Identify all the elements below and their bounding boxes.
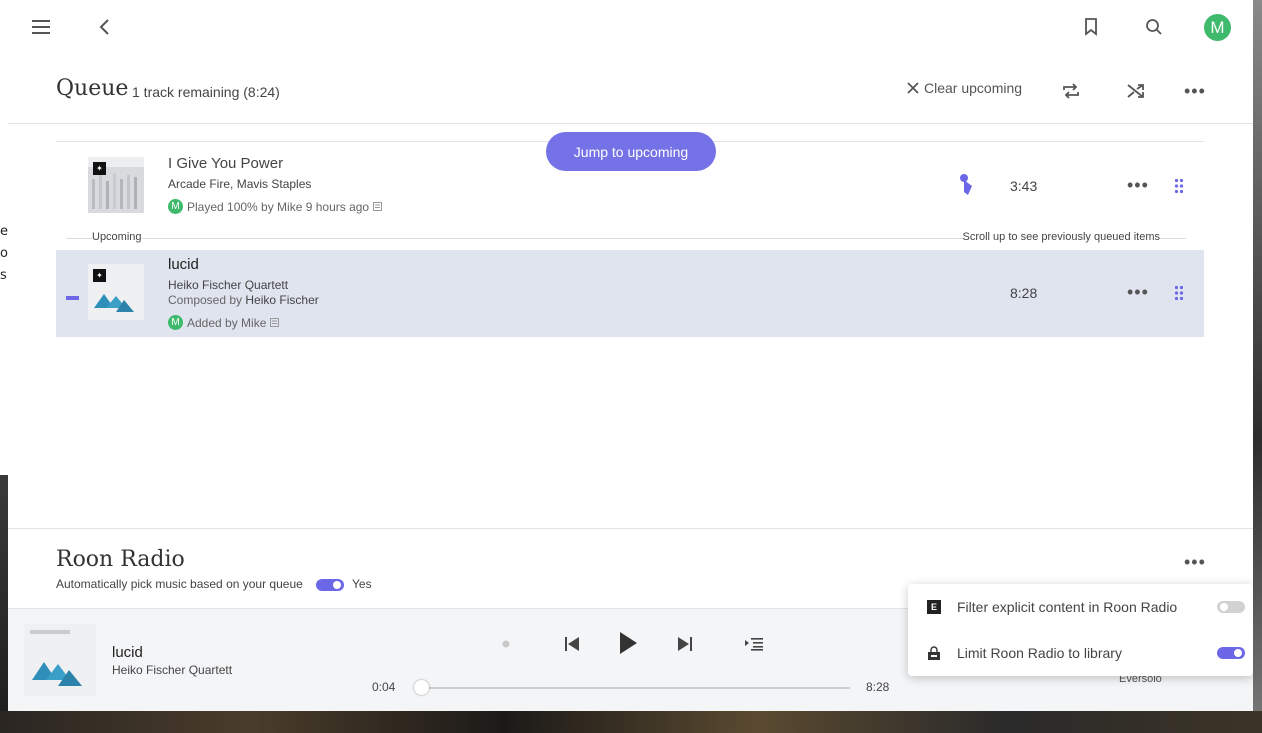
shuffle-icon[interactable]	[1125, 80, 1147, 102]
top-bar: M	[8, 0, 1253, 56]
track-history-text: Added by Mike	[187, 315, 267, 330]
track-duration: 3:43	[1010, 178, 1038, 194]
desktop-background-image	[0, 475, 8, 733]
elapsed-time: 0:04	[372, 680, 396, 694]
toggle-knob	[1234, 649, 1242, 657]
queue-header: Queue 1 track remaining (8:24) Clear upc…	[8, 56, 1253, 124]
popup-item-label: Limit Roon Radio to library	[957, 645, 1122, 661]
roon-radio-toggle[interactable]	[316, 579, 344, 591]
background-text-fragment: s	[0, 268, 7, 283]
clear-upcoming-label: Clear upcoming	[924, 80, 1023, 96]
now-playing-indicator	[66, 296, 79, 300]
roon-radio-options-popup: E Filter explicit content in Roon Radio …	[908, 584, 1253, 676]
play-icon[interactable]	[616, 629, 640, 657]
toggle-knob	[333, 581, 341, 589]
artist-link[interactable]: Mavis Staples	[237, 177, 312, 191]
radio-source-icon	[958, 174, 976, 196]
menu-icon[interactable]	[30, 16, 52, 38]
close-icon	[907, 82, 919, 94]
track-title[interactable]: I Give You Power	[168, 155, 283, 172]
drag-handle-icon[interactable]	[1174, 178, 1184, 199]
track-history: M Played 100% by Mike 9 hours ago	[168, 199, 383, 214]
limit-library-toggle[interactable]	[1217, 647, 1245, 659]
track-artist[interactable]: Heiko Fischer Quartett	[168, 278, 288, 292]
composer-link[interactable]: Heiko Fischer	[245, 293, 318, 307]
user-avatar[interactable]: M	[1204, 14, 1231, 41]
artist-link[interactable]: Arcade Fire	[168, 177, 230, 191]
composed-by-label: Composed by	[168, 293, 243, 307]
artist-separator: ,	[230, 177, 237, 191]
track-more-icon[interactable]: •••	[1127, 176, 1149, 194]
track-more-icon[interactable]: •••	[1127, 283, 1149, 301]
explicit-icon: E	[927, 600, 941, 614]
total-time: 8:28	[866, 680, 890, 694]
clear-upcoming-button[interactable]: Clear upcoming	[906, 80, 1022, 96]
back-icon[interactable]	[94, 16, 114, 38]
seek-bar[interactable]	[414, 680, 850, 695]
track-duration: 8:28	[1010, 285, 1038, 301]
next-track-icon[interactable]	[675, 633, 695, 655]
user-avatar-small: M	[168, 315, 183, 330]
upcoming-label: Upcoming	[92, 231, 142, 243]
roon-window: M Queue 1 track remaining (8:24) Clear u…	[8, 0, 1253, 711]
scroll-hint: Scroll up to see previously queued items	[962, 231, 1160, 243]
tidal-icon: ✦	[93, 162, 106, 175]
seek-handle[interactable]	[414, 680, 429, 695]
filter-explicit-toggle[interactable]	[1217, 601, 1245, 613]
queue-icon[interactable]	[743, 634, 765, 654]
drag-handle-icon[interactable]	[1174, 285, 1184, 306]
track-history-text: Played 100% by Mike 9 hours ago	[187, 199, 370, 214]
table-row-current[interactable]: ✦ lucid Heiko Fischer Quartett Composed …	[56, 250, 1204, 337]
album-art: ✦	[88, 264, 144, 320]
desktop-background-bottom	[0, 711, 1262, 733]
queue-list: Jump to upcoming ✦ I Give You Power Arca…	[56, 124, 1204, 528]
queue-more-icon[interactable]: •••	[1184, 82, 1206, 100]
user-avatar-small: M	[168, 199, 183, 214]
popup-item-label: Filter explicit content in Roon Radio	[957, 599, 1178, 615]
previous-track-icon[interactable]	[562, 633, 582, 655]
queue-remaining: 1 track remaining (8:24)	[132, 84, 280, 100]
now-playing-title[interactable]: lucid	[112, 644, 143, 661]
now-playing-artist[interactable]: Heiko Fischer Quartett	[112, 663, 232, 677]
background-text-fragment: e	[0, 224, 8, 239]
toggle-knob	[1220, 603, 1228, 611]
roon-radio-more-icon[interactable]: •••	[1184, 553, 1206, 571]
roon-radio-title: Roon Radio	[56, 547, 185, 572]
track-title[interactable]: lucid	[168, 256, 199, 273]
search-icon[interactable]	[1144, 16, 1164, 38]
popup-item-limit-library[interactable]: Limit Roon Radio to library	[908, 630, 1253, 676]
bookmark-icon[interactable]	[1081, 16, 1101, 38]
device-icon	[373, 202, 383, 211]
page-title: Queue	[56, 76, 129, 101]
album-art: ✦	[88, 157, 144, 213]
now-playing-art[interactable]	[24, 624, 96, 696]
popup-item-filter-explicit[interactable]: E Filter explicit content in Roon Radio	[908, 584, 1253, 630]
device-icon	[270, 318, 280, 327]
track-artists: Arcade Fire, Mavis Staples	[168, 177, 311, 191]
track-composer: Composed by Heiko Fischer	[168, 293, 319, 307]
track-history: M Added by Mike	[168, 315, 280, 330]
library-lock-icon	[928, 646, 940, 660]
jump-to-upcoming-button[interactable]: Jump to upcoming	[546, 132, 716, 171]
tidal-icon: ✦	[93, 269, 106, 282]
desktop-background-right	[1253, 0, 1262, 733]
repeat-icon[interactable]	[1060, 80, 1082, 102]
status-dot-icon	[501, 639, 511, 649]
roon-radio-subtitle: Automatically pick music based on your q…	[56, 577, 303, 591]
roon-radio-toggle-label: Yes	[352, 577, 372, 591]
